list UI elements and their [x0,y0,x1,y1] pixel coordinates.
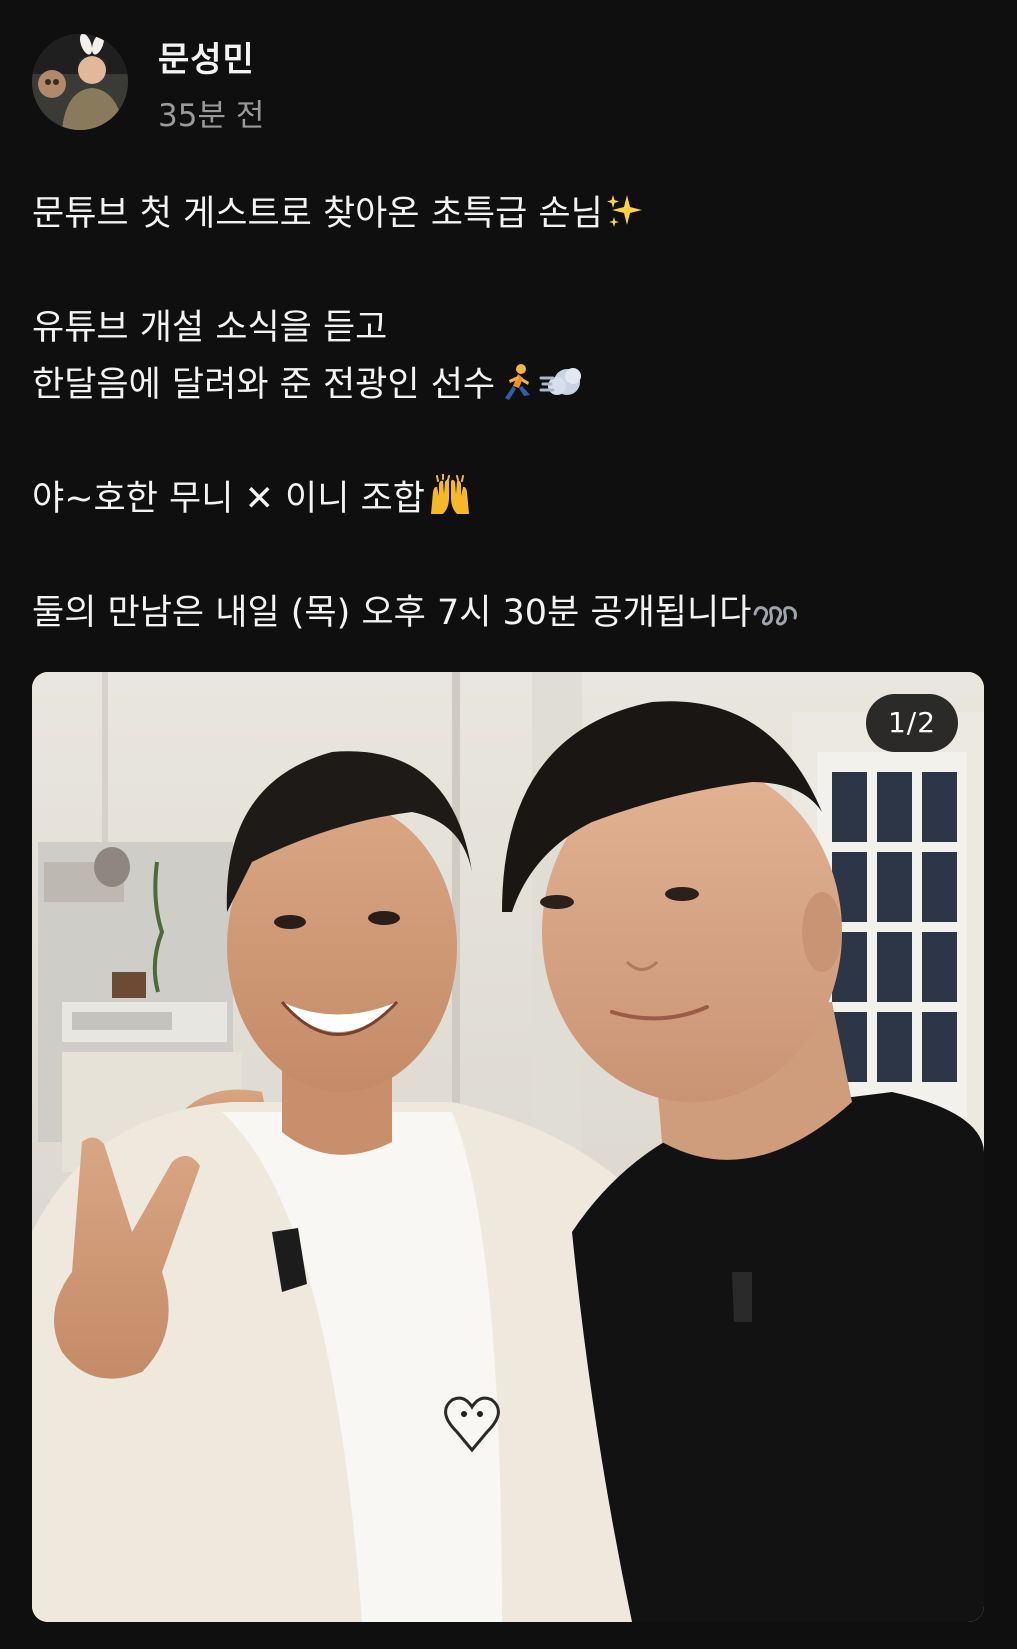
body-text-1: 문튜브 첫 게스트로 찾아온 초특급 손님 [32,194,603,234]
sparkles-icon [605,192,645,249]
curly-loop-icon [753,591,799,648]
body-line: 유튜브 개설 소식을 듣고 [32,300,982,357]
post-body: 문튜브 첫 게스트로 찾아온 초특급 손님 유튜브 개설 소식을 듣고 한달음에… [32,186,982,642]
body-text-4: 야~호한 무니 ✕ 이니 조합 [32,479,425,519]
author-avatar[interactable] [32,34,128,130]
post-timestamp: 35분 전 [158,98,265,134]
author-name[interactable]: 문성민 [158,32,255,81]
body-line: 야~호한 무니 ✕ 이니 조합 [32,471,982,528]
raised-hands-icon [427,473,473,534]
running-person-icon [497,362,537,420]
body-text-5: 둘의 만남은 내일 (목) 오후 7시 30분 공개됩니다 [32,593,752,633]
photo-image [32,672,984,1622]
post-photo[interactable]: 1/2 [32,672,984,1622]
post-card: 문성민 35분 전 문튜브 첫 게스트로 찾아온 초특급 손님 유튜브 개설 소… [0,0,1017,1649]
avatar-image [32,34,128,130]
dash-cloud-icon [539,362,585,420]
post-header: 문성민 35분 전 [32,32,932,134]
body-text-2: 유튜브 개설 소식을 듣고 [32,308,388,348]
body-line: 둘의 만남은 내일 (목) 오후 7시 30분 공개됩니다 [32,585,982,642]
body-line: 한달음에 달려와 준 전광인 선수 [32,357,982,414]
image-counter: 1/2 [866,694,958,752]
body-line: 문튜브 첫 게스트로 찾아온 초특급 손님 [32,186,982,243]
body-text-3: 한달음에 달려와 준 전광인 선수 [32,365,496,405]
